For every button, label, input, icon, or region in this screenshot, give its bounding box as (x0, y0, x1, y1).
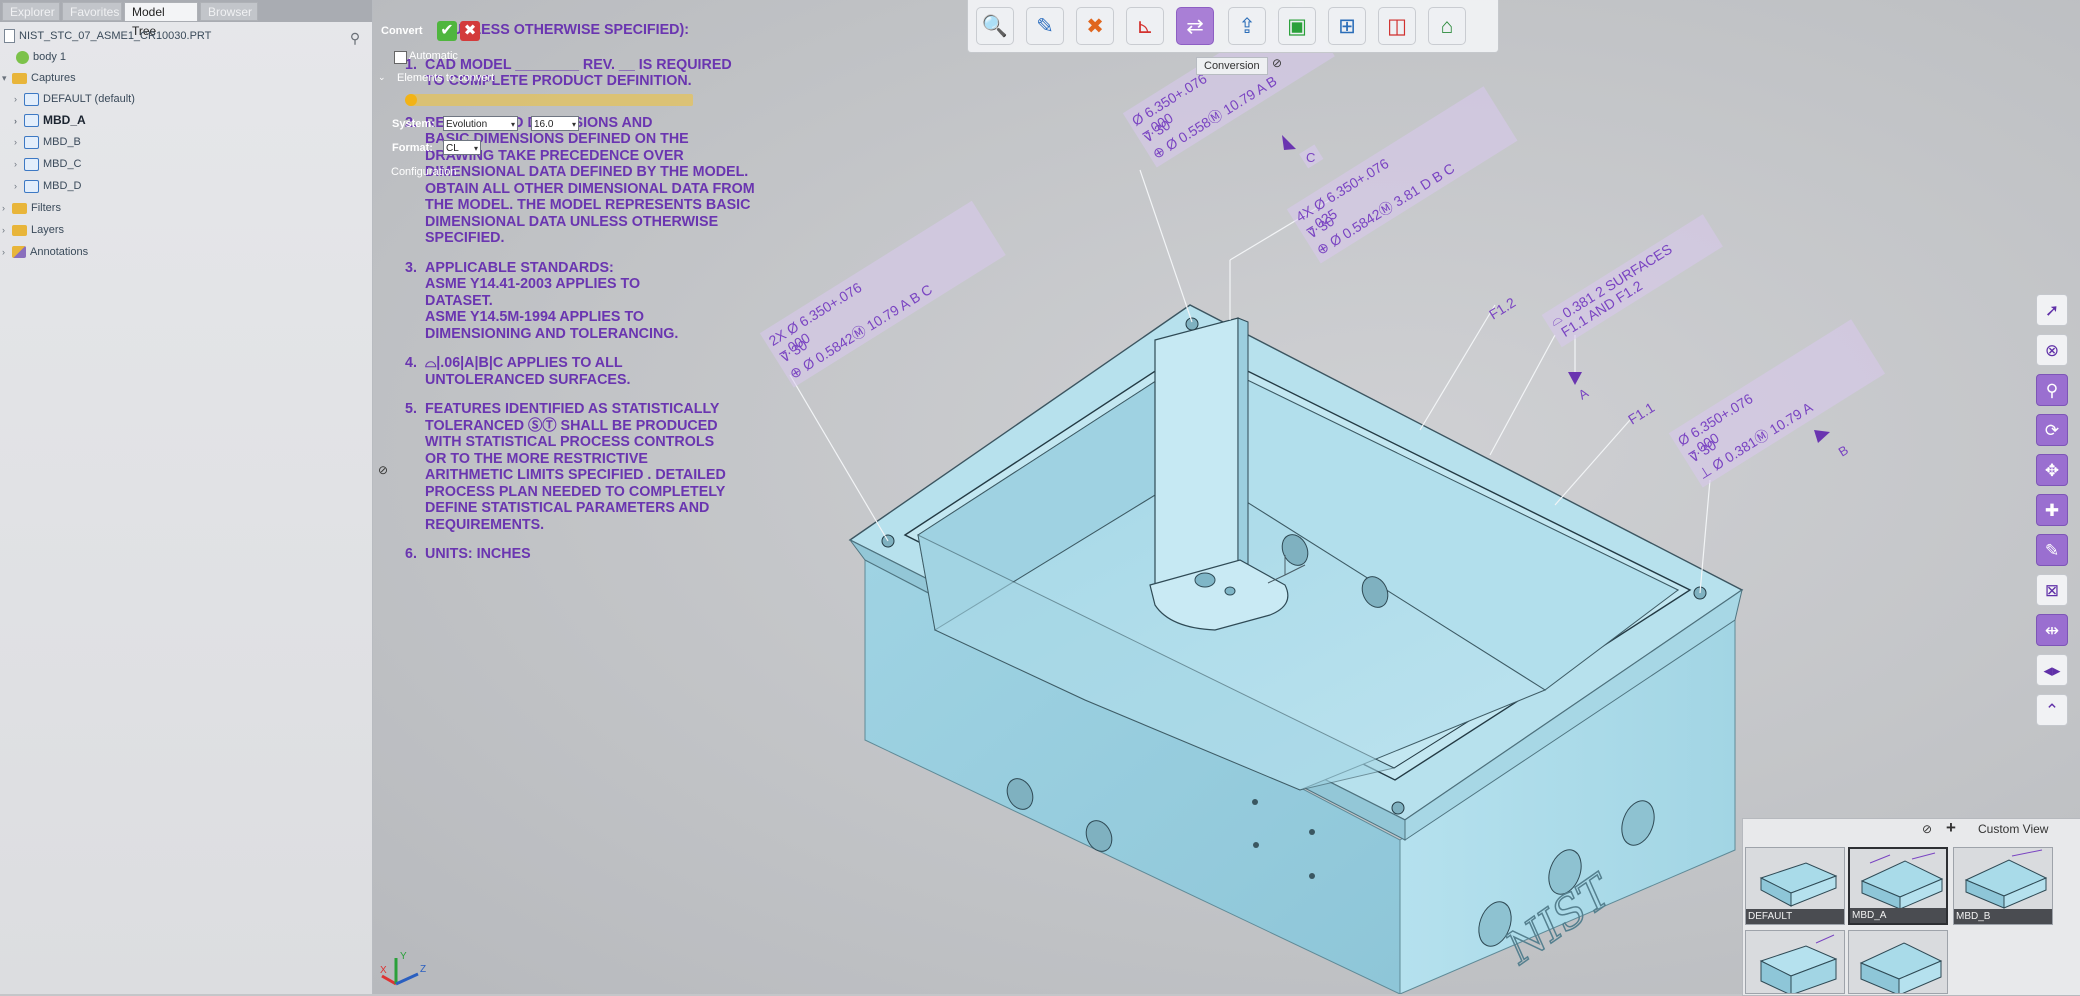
thumb-label: MBD_B (1954, 909, 2052, 924)
expand-icon[interactable]: ◂▸ (2036, 654, 2068, 686)
elements-label: Elements to convert (397, 72, 495, 84)
pin-icon[interactable]: ⊘ (1272, 56, 1282, 70)
move-icon[interactable]: ✥ (2036, 454, 2068, 486)
thumb-label: DEFAULT (1746, 909, 1844, 924)
annotation-profile[interactable]: ⌓ 0.381 2 SURFACES F1.1 AND F1.2 (1541, 214, 1723, 348)
collapse-icon[interactable]: ⌃ (2036, 694, 2068, 726)
add-icon[interactable]: ✚ (2036, 494, 2068, 526)
export-icon[interactable]: ⇪ (1228, 7, 1266, 45)
notes-header: (UNLESS OTHERWISE SPECIFIED): (447, 22, 690, 38)
view-thumb-mbd-a[interactable]: MBD_A (1848, 847, 1948, 925)
note-3: APPLICABLE STANDARDS: ASME Y14.41-2003 A… (425, 259, 679, 342)
axis-triad: X Y Z (380, 951, 426, 986)
view-thumb-mbd-d[interactable] (1848, 930, 1948, 994)
measure-icon[interactable]: ⊾ (1126, 7, 1164, 45)
zoom-icon[interactable]: 🔍 (976, 7, 1014, 45)
conversion-icon[interactable]: ⇄ (1176, 7, 1214, 45)
add-view-icon[interactable]: + (1946, 818, 1956, 838)
view-thumb-mbd-b[interactable]: MBD_B (1953, 847, 2053, 925)
tools-icon[interactable]: ✖ (1076, 7, 1114, 45)
note-4: ⌓|.06|A|B|C APPLIES TO ALL UNTOLERANCED … (425, 355, 631, 388)
custom-view-label[interactable]: Custom View (1978, 822, 2048, 836)
dropdown-icon: ▾ (473, 144, 478, 153)
convert-title: Convert (381, 25, 423, 37)
fit-icon[interactable]: ▣ (1278, 7, 1316, 45)
thumb-label: MBD_A (1850, 908, 1946, 923)
note-6: UNITS: INCHES (425, 546, 531, 562)
explode-icon[interactable]: ⇹ (2036, 614, 2068, 646)
confirm-check-icon[interactable]: ✔ (437, 21, 457, 41)
annotation-hole-right[interactable]: Ø 6.350+.076 -.000 ⊽ 30 ⊥ Ø 0.381Ⓜ 10.79… (1668, 319, 1886, 488)
note-2: REFERENCED DIMENSIONS AND BASIC DIMENSIO… (425, 114, 755, 247)
markup-icon[interactable]: ✎ (1026, 7, 1064, 45)
edit-icon[interactable]: ✎ (2036, 534, 2068, 566)
axis-y-label: Y (400, 951, 407, 962)
layout-icon[interactable]: ⊞ (1328, 7, 1366, 45)
configuration-label[interactable]: Configuration (391, 166, 456, 178)
feature-label-f12[interactable]: F1.2 (1486, 294, 1518, 323)
right-toolbar: ➚ ⊗ ⚲ ⟳ ✥ ✚ ✎ ⊠ ⇹ ◂▸ ⌃ (2032, 288, 2072, 740)
warning-icon (405, 94, 417, 106)
attach-icon[interactable]: ⚲ (2036, 374, 2068, 406)
active-mode-label: Conversion (1196, 57, 1268, 75)
feature-label-f11[interactable]: F1.1 (1625, 399, 1657, 428)
warning-message (408, 94, 693, 106)
pin-icon[interactable]: ⊘ (378, 463, 388, 477)
datum-a[interactable]: A (1568, 372, 1591, 403)
expand-arrow-icon[interactable]: ⌄ (378, 72, 386, 83)
annotation-hole-4x[interactable]: 4X Ø 6.350+.076 -.025 ⊽ 30 ⊕ Ø 0.5842Ⓜ 3… (1286, 86, 1518, 264)
svg-text:⌓ 0.381 2 SURFACES F1.1 AN: ⌓ 0.381 2 SURFACES F1.1 AND F1.2 (1547, 241, 1683, 342)
thumb-image (1759, 934, 1838, 993)
axis-x-label: X (380, 965, 387, 976)
system-label: System: (392, 118, 435, 130)
thumb-image (1964, 849, 2048, 909)
svg-text:A: A (1576, 385, 1592, 402)
datum-b[interactable]: B (1814, 430, 1851, 460)
section-icon[interactable]: ◫ (1378, 7, 1416, 45)
hide-icon[interactable]: ⊗ (2036, 334, 2068, 366)
system-select[interactable]: Evolution ▾ (443, 116, 518, 131)
note-5: FEATURES IDENTIFIED AS STATISTICALLY TOL… (425, 401, 726, 533)
cancel-x-icon[interactable]: ✖ (460, 21, 480, 41)
version-select[interactable]: 16.0 ▾ (531, 116, 579, 131)
datum-c[interactable]: C (1282, 135, 1324, 169)
svg-text:B: B (1836, 442, 1851, 459)
svg-text:C: C (1306, 150, 1315, 165)
automatic-label: Automatic (409, 50, 458, 62)
thumb-image (1759, 862, 1838, 907)
rotate-icon[interactable]: ⟳ (2036, 414, 2068, 446)
format-label: Format: (392, 142, 433, 154)
pointer-icon[interactable]: ➚ (2036, 294, 2068, 326)
thumb-image (1859, 942, 1943, 993)
dropdown-icon: ▾ (510, 120, 515, 129)
axis-z-label: Z (420, 964, 426, 975)
automatic-checkbox[interactable] (394, 51, 407, 64)
part-model[interactable]: NIST (848, 304, 1744, 994)
pin-icon[interactable]: ⊘ (1922, 822, 1932, 836)
view-thumb-mbd-c[interactable] (1745, 930, 1845, 994)
toolbox-icon[interactable]: ⌂ (1428, 7, 1466, 45)
thumb-image (1860, 852, 1944, 910)
format-select[interactable]: CL ▾ (443, 140, 481, 155)
view-thumb-default[interactable]: DEFAULT (1745, 847, 1845, 925)
box-icon[interactable]: ⊠ (2036, 574, 2068, 606)
dropdown-icon: ▾ (571, 120, 576, 129)
main-toolbar: 🔍 ✎ ✖ ⊾ ⇄ ⇪ ▣ ⊞ ◫ ⌂ (967, 0, 1499, 53)
